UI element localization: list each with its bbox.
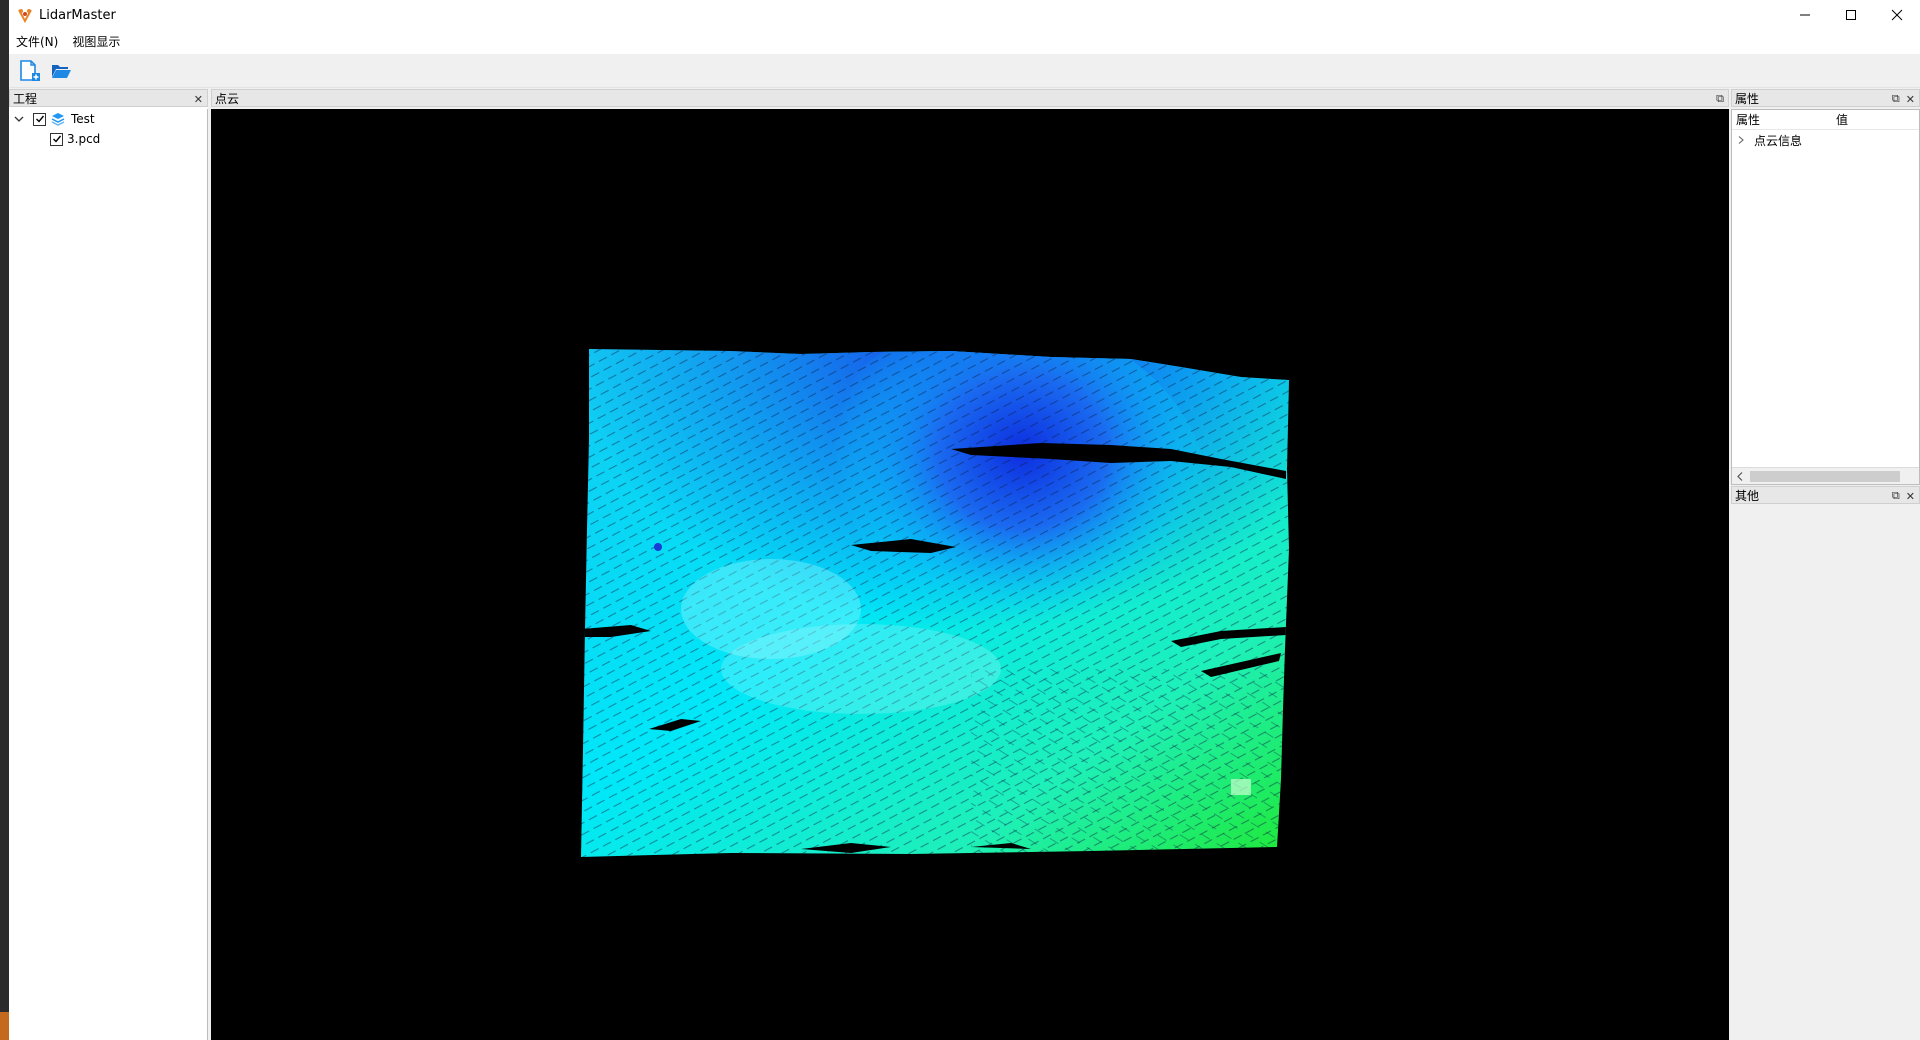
new-project-button[interactable] — [13, 56, 45, 86]
col-property-header[interactable]: 属性 — [1732, 111, 1832, 128]
tree-root-label: Test — [71, 112, 95, 126]
title-bar: LidarMaster — [9, 0, 1920, 30]
menu-view[interactable]: 视图显示 — [65, 30, 127, 54]
checkmark-icon — [52, 135, 61, 143]
property-panel: 属性 ⧉ ✕ 属性 值 点云信息 其他 ⧉ ✕ — [1731, 89, 1920, 1040]
app-window: LidarMaster 文件(N) 视图显示 工程 ✕ Test 3.pcd 点… — [9, 0, 1920, 1040]
checkmark-icon — [35, 115, 44, 123]
pointcloud-render — [581, 349, 1289, 857]
scroll-left-icon[interactable] — [1734, 468, 1746, 485]
horizontal-scrollbar[interactable] — [1732, 467, 1919, 484]
property-panel-header: 属性 ⧉ ✕ — [1731, 89, 1920, 107]
other-panel-body — [1731, 505, 1920, 1040]
tree-child-label: 3.pcd — [67, 132, 101, 146]
close-icon[interactable]: ✕ — [194, 93, 203, 106]
tree-item-child[interactable]: 3.pcd — [9, 129, 207, 149]
property-group-row[interactable]: 点云信息 — [1732, 130, 1919, 150]
pointcloud-panel-header: 点云 ⧉ — [211, 89, 1729, 107]
maximize-icon — [1846, 10, 1856, 20]
float-icon[interactable]: ⧉ — [1892, 92, 1900, 106]
close-icon[interactable]: ✕ — [1906, 93, 1915, 106]
menu-file[interactable]: 文件(N) — [9, 30, 65, 54]
new-project-icon — [20, 59, 40, 81]
desktop-strip — [0, 0, 9, 1040]
pointcloud-panel-title: 点云 — [215, 91, 240, 106]
project-panel-header: 工程 ✕ — [9, 89, 208, 107]
other-panel-header: 其他 ⧉ ✕ — [1731, 486, 1920, 504]
taskbar-app-fragment — [0, 1012, 9, 1040]
property-table: 属性 值 点云信息 — [1731, 109, 1920, 485]
tree-item-root[interactable]: Test — [9, 109, 207, 129]
close-button[interactable] — [1874, 0, 1920, 30]
float-icon[interactable]: ⧉ — [1892, 489, 1900, 503]
chevron-right-icon[interactable] — [1736, 135, 1746, 145]
project-tree: Test 3.pcd — [9, 109, 208, 1040]
maximize-button[interactable] — [1828, 0, 1874, 30]
pointcloud-viewport[interactable] — [211, 109, 1729, 1040]
pointcloud-panel: 点云 ⧉ — [211, 89, 1729, 1040]
project-panel-title: 工程 — [13, 91, 38, 106]
scrollbar-thumb[interactable] — [1750, 471, 1900, 482]
chevron-down-icon[interactable] — [13, 113, 25, 125]
project-panel: 工程 ✕ Test 3.pcd — [9, 89, 208, 1040]
window-title: LidarMaster — [39, 7, 116, 23]
float-icon[interactable]: ⧉ — [1716, 92, 1724, 106]
minimize-button[interactable] — [1782, 0, 1828, 30]
property-group-label: 点云信息 — [1754, 133, 1803, 148]
app-logo-icon — [18, 9, 32, 23]
menu-bar: 文件(N) 视图显示 — [9, 30, 1920, 54]
close-icon[interactable]: ✕ — [1906, 490, 1915, 503]
root-checkbox[interactable] — [33, 112, 46, 126]
minimize-icon — [1800, 14, 1810, 16]
layers-icon — [51, 113, 65, 126]
col-value-header[interactable]: 值 — [1832, 111, 1848, 128]
other-panel-title: 其他 — [1735, 488, 1760, 503]
open-folder-icon — [52, 64, 71, 78]
window-controls — [1782, 0, 1920, 30]
open-folder-button[interactable] — [45, 56, 77, 86]
property-panel-title: 属性 — [1735, 91, 1760, 106]
toolbar — [9, 54, 1920, 88]
child-checkbox[interactable] — [50, 132, 63, 146]
property-table-header: 属性 值 — [1732, 110, 1919, 130]
close-icon — [1891, 9, 1903, 21]
